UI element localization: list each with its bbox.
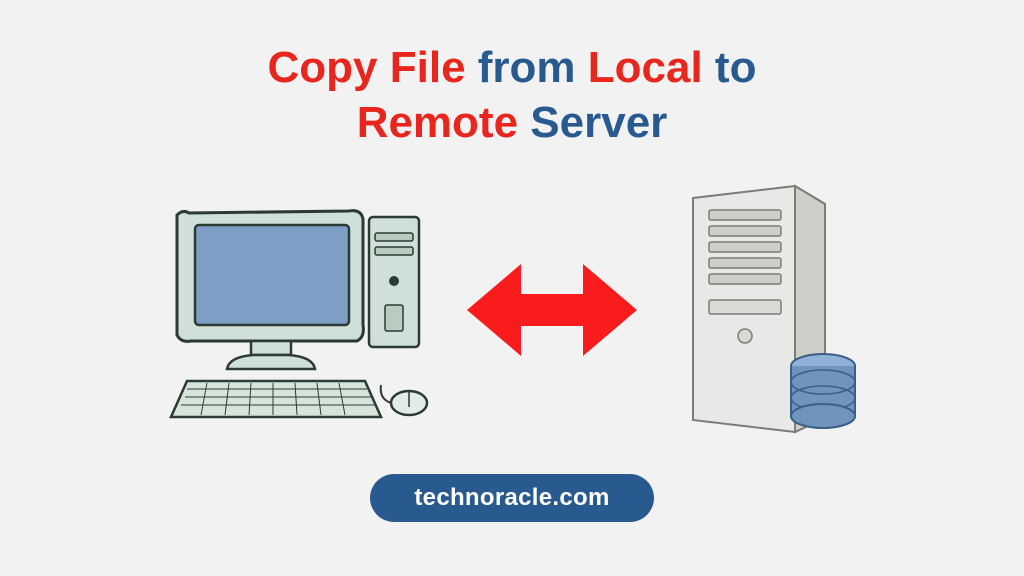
remote-server-icon [667,180,867,440]
title-from: from [466,43,588,92]
title-remote: Remote [357,98,518,147]
illustration-row [157,180,867,440]
title-server: Server [518,98,667,147]
title-to: to [703,43,757,92]
local-computer-icon [157,185,437,435]
database-icon [791,354,855,428]
transfer-arrow-icon [467,250,637,370]
title-copy-file: Copy File [268,43,466,92]
site-badge: technoracle.com [370,474,653,522]
page-title: Copy File from Local to Remote Server [268,40,757,150]
title-local: Local [588,43,703,92]
